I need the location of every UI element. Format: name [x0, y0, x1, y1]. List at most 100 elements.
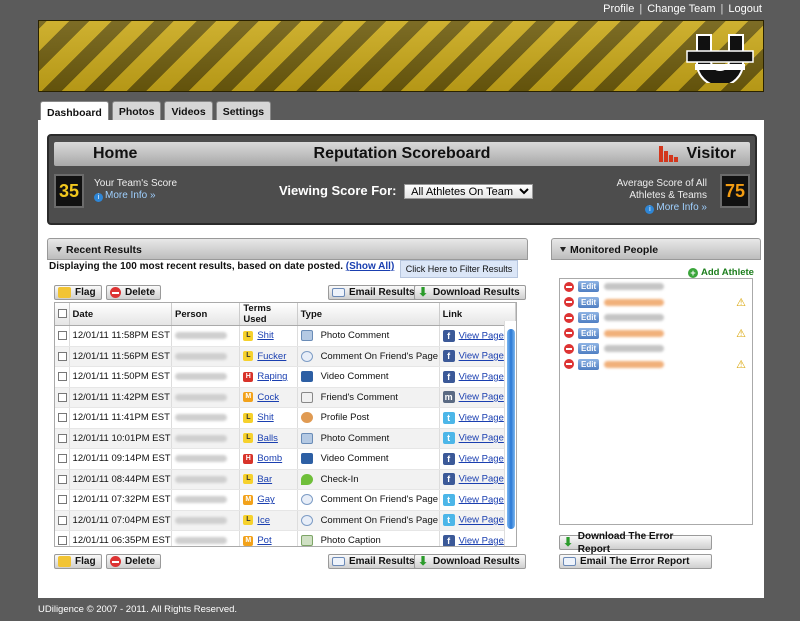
- select-all-checkbox[interactable]: [58, 309, 67, 319]
- edit-person-button[interactable]: Edit: [578, 296, 600, 308]
- column-header-terms[interactable]: Terms Used: [239, 303, 298, 326]
- term-link[interactable]: Raping: [257, 371, 287, 382]
- edit-person-button[interactable]: Edit: [578, 312, 600, 324]
- row-select-cell[interactable]: [55, 366, 70, 388]
- column-header-date[interactable]: Date: [69, 303, 173, 326]
- view-page-link[interactable]: View Page: [459, 412, 504, 423]
- change-team-link[interactable]: Change Team: [647, 3, 715, 15]
- logout-link[interactable]: Logout: [728, 3, 762, 15]
- remove-person-icon[interactable]: [564, 312, 574, 323]
- recent-results-header[interactable]: Recent Results: [47, 238, 528, 260]
- term-link[interactable]: Bar: [257, 474, 272, 485]
- visitor-more-info-link[interactable]: More Info »: [656, 202, 707, 213]
- row-checkbox[interactable]: [58, 474, 67, 484]
- table-row[interactable]: 12/01/11 11:41PM EST L Shit Profile Post t Vi…: [55, 407, 516, 429]
- view-page-link[interactable]: View Page: [459, 494, 504, 505]
- row-checkbox[interactable]: [58, 454, 67, 464]
- term-link[interactable]: Gay: [257, 494, 274, 505]
- flag-button-bottom[interactable]: Flag: [54, 554, 102, 569]
- term-link[interactable]: Cock: [257, 392, 279, 403]
- term-link[interactable]: Fucker: [257, 351, 286, 362]
- table-row[interactable]: 12/01/11 09:14PM EST H Bomb Video Comment f V…: [55, 448, 516, 470]
- view-page-link[interactable]: View Page: [459, 351, 504, 362]
- row-select-cell[interactable]: [55, 510, 70, 531]
- show-all-link[interactable]: (Show All): [346, 261, 395, 272]
- remove-person-icon[interactable]: [564, 297, 574, 308]
- row-select-cell[interactable]: [55, 346, 70, 367]
- table-row[interactable]: 12/01/11 11:56PM EST L Fucker Comment On Fr…: [55, 346, 516, 367]
- row-select-cell[interactable]: [55, 530, 70, 546]
- row-checkbox[interactable]: [58, 433, 67, 443]
- twitter-icon: t: [442, 411, 455, 424]
- table-row[interactable]: 12/01/11 11:50PM EST H Raping Video Comment…: [55, 366, 516, 388]
- row-checkbox[interactable]: [58, 536, 67, 546]
- row-checkbox[interactable]: [58, 515, 67, 525]
- term-link[interactable]: Bomb: [257, 453, 282, 464]
- remove-person-icon[interactable]: [564, 343, 574, 354]
- row-select-cell[interactable]: [55, 325, 70, 347]
- view-page-link[interactable]: View Page: [459, 371, 504, 382]
- view-page-link[interactable]: View Page: [459, 330, 504, 341]
- view-page-link[interactable]: View Page: [459, 453, 504, 464]
- row-select-cell[interactable]: [55, 489, 70, 511]
- edit-person-button[interactable]: Edit: [578, 281, 600, 293]
- term-link[interactable]: Pot: [257, 535, 271, 546]
- row-checkbox[interactable]: [58, 331, 67, 341]
- remove-person-icon[interactable]: [564, 359, 574, 370]
- email-error-report-button[interactable]: Email The Error Report: [559, 554, 712, 569]
- scrollbar-thumb[interactable]: [507, 329, 515, 529]
- download-results-button-top[interactable]: ⬇ Download Results: [414, 285, 526, 300]
- filter-results-button[interactable]: Click Here to Filter Results: [400, 260, 518, 278]
- view-page-link[interactable]: View Page: [459, 392, 504, 403]
- table-row[interactable]: 12/01/11 11:42PM EST M Cock Friend's Commen…: [55, 387, 516, 408]
- team-select[interactable]: All Athletes On Team: [404, 184, 534, 199]
- row-select-cell[interactable]: [55, 407, 70, 429]
- monitored-people-header[interactable]: Monitored People: [551, 238, 761, 260]
- term-link[interactable]: Balls: [257, 433, 278, 444]
- home-more-info-link[interactable]: More Info »: [105, 190, 156, 201]
- table-row[interactable]: 12/01/11 11:58PM EST L Shit Photo Comment f V…: [55, 325, 516, 347]
- edit-person-button[interactable]: Edit: [578, 327, 600, 339]
- column-header-person[interactable]: Person: [171, 303, 241, 326]
- row-select-cell[interactable]: [55, 387, 70, 408]
- view-page-link[interactable]: View Page: [459, 474, 504, 485]
- delete-button-bottom[interactable]: Delete: [106, 554, 162, 569]
- remove-person-icon[interactable]: [564, 281, 574, 292]
- table-scrollbar[interactable]: [504, 321, 516, 546]
- person-name-redacted: [604, 345, 665, 353]
- flag-button-top[interactable]: Flag: [54, 285, 102, 300]
- remove-person-icon[interactable]: [564, 328, 574, 339]
- email-results-button-top[interactable]: Email Results: [328, 285, 421, 300]
- row-checkbox[interactable]: [58, 495, 67, 505]
- row-select-cell[interactable]: [55, 428, 70, 449]
- select-all-cell[interactable]: [55, 303, 70, 326]
- table-row[interactable]: 12/01/11 10:01PM EST L Balls Photo Comment t…: [55, 428, 516, 449]
- add-athlete-button[interactable]: + Add Athlete: [688, 267, 754, 278]
- view-page-link[interactable]: View Page: [459, 535, 504, 546]
- term-link[interactable]: Ice: [257, 515, 270, 526]
- table-row[interactable]: 12/01/11 07:32PM EST M Gay Comment On Frien…: [55, 489, 516, 511]
- email-results-button-bottom[interactable]: Email Results: [328, 554, 421, 569]
- term-link[interactable]: Shit: [257, 330, 273, 341]
- row-select-cell[interactable]: [55, 448, 70, 470]
- download-results-button-bottom[interactable]: ⬇ Download Results: [414, 554, 526, 569]
- view-page-link[interactable]: View Page: [459, 515, 504, 526]
- row-select-cell[interactable]: [55, 469, 70, 490]
- row-checkbox[interactable]: [58, 392, 67, 402]
- warning-icon: ⚠: [736, 358, 746, 371]
- row-checkbox[interactable]: [58, 413, 67, 423]
- table-row[interactable]: 12/01/11 08:44PM EST L Bar Check-In f View Pa…: [55, 469, 516, 490]
- delete-button-top[interactable]: Delete: [106, 285, 162, 300]
- person-name-redacted: [175, 455, 228, 463]
- column-header-type[interactable]: Type: [297, 303, 440, 326]
- profile-link[interactable]: Profile: [603, 3, 634, 15]
- table-row[interactable]: 12/01/11 06:35PM EST M Pot Photo Caption f Vi…: [55, 530, 516, 546]
- edit-person-button[interactable]: Edit: [578, 343, 600, 355]
- download-error-report-button[interactable]: ⬇ Download The Error Report: [559, 531, 712, 555]
- view-page-link[interactable]: View Page: [459, 433, 504, 444]
- table-row[interactable]: 12/01/11 07:04PM EST L Ice Comment On Frien…: [55, 510, 516, 531]
- row-checkbox[interactable]: [58, 351, 67, 361]
- edit-person-button[interactable]: Edit: [578, 358, 600, 370]
- term-link[interactable]: Shit: [257, 412, 273, 423]
- row-checkbox[interactable]: [58, 372, 67, 382]
